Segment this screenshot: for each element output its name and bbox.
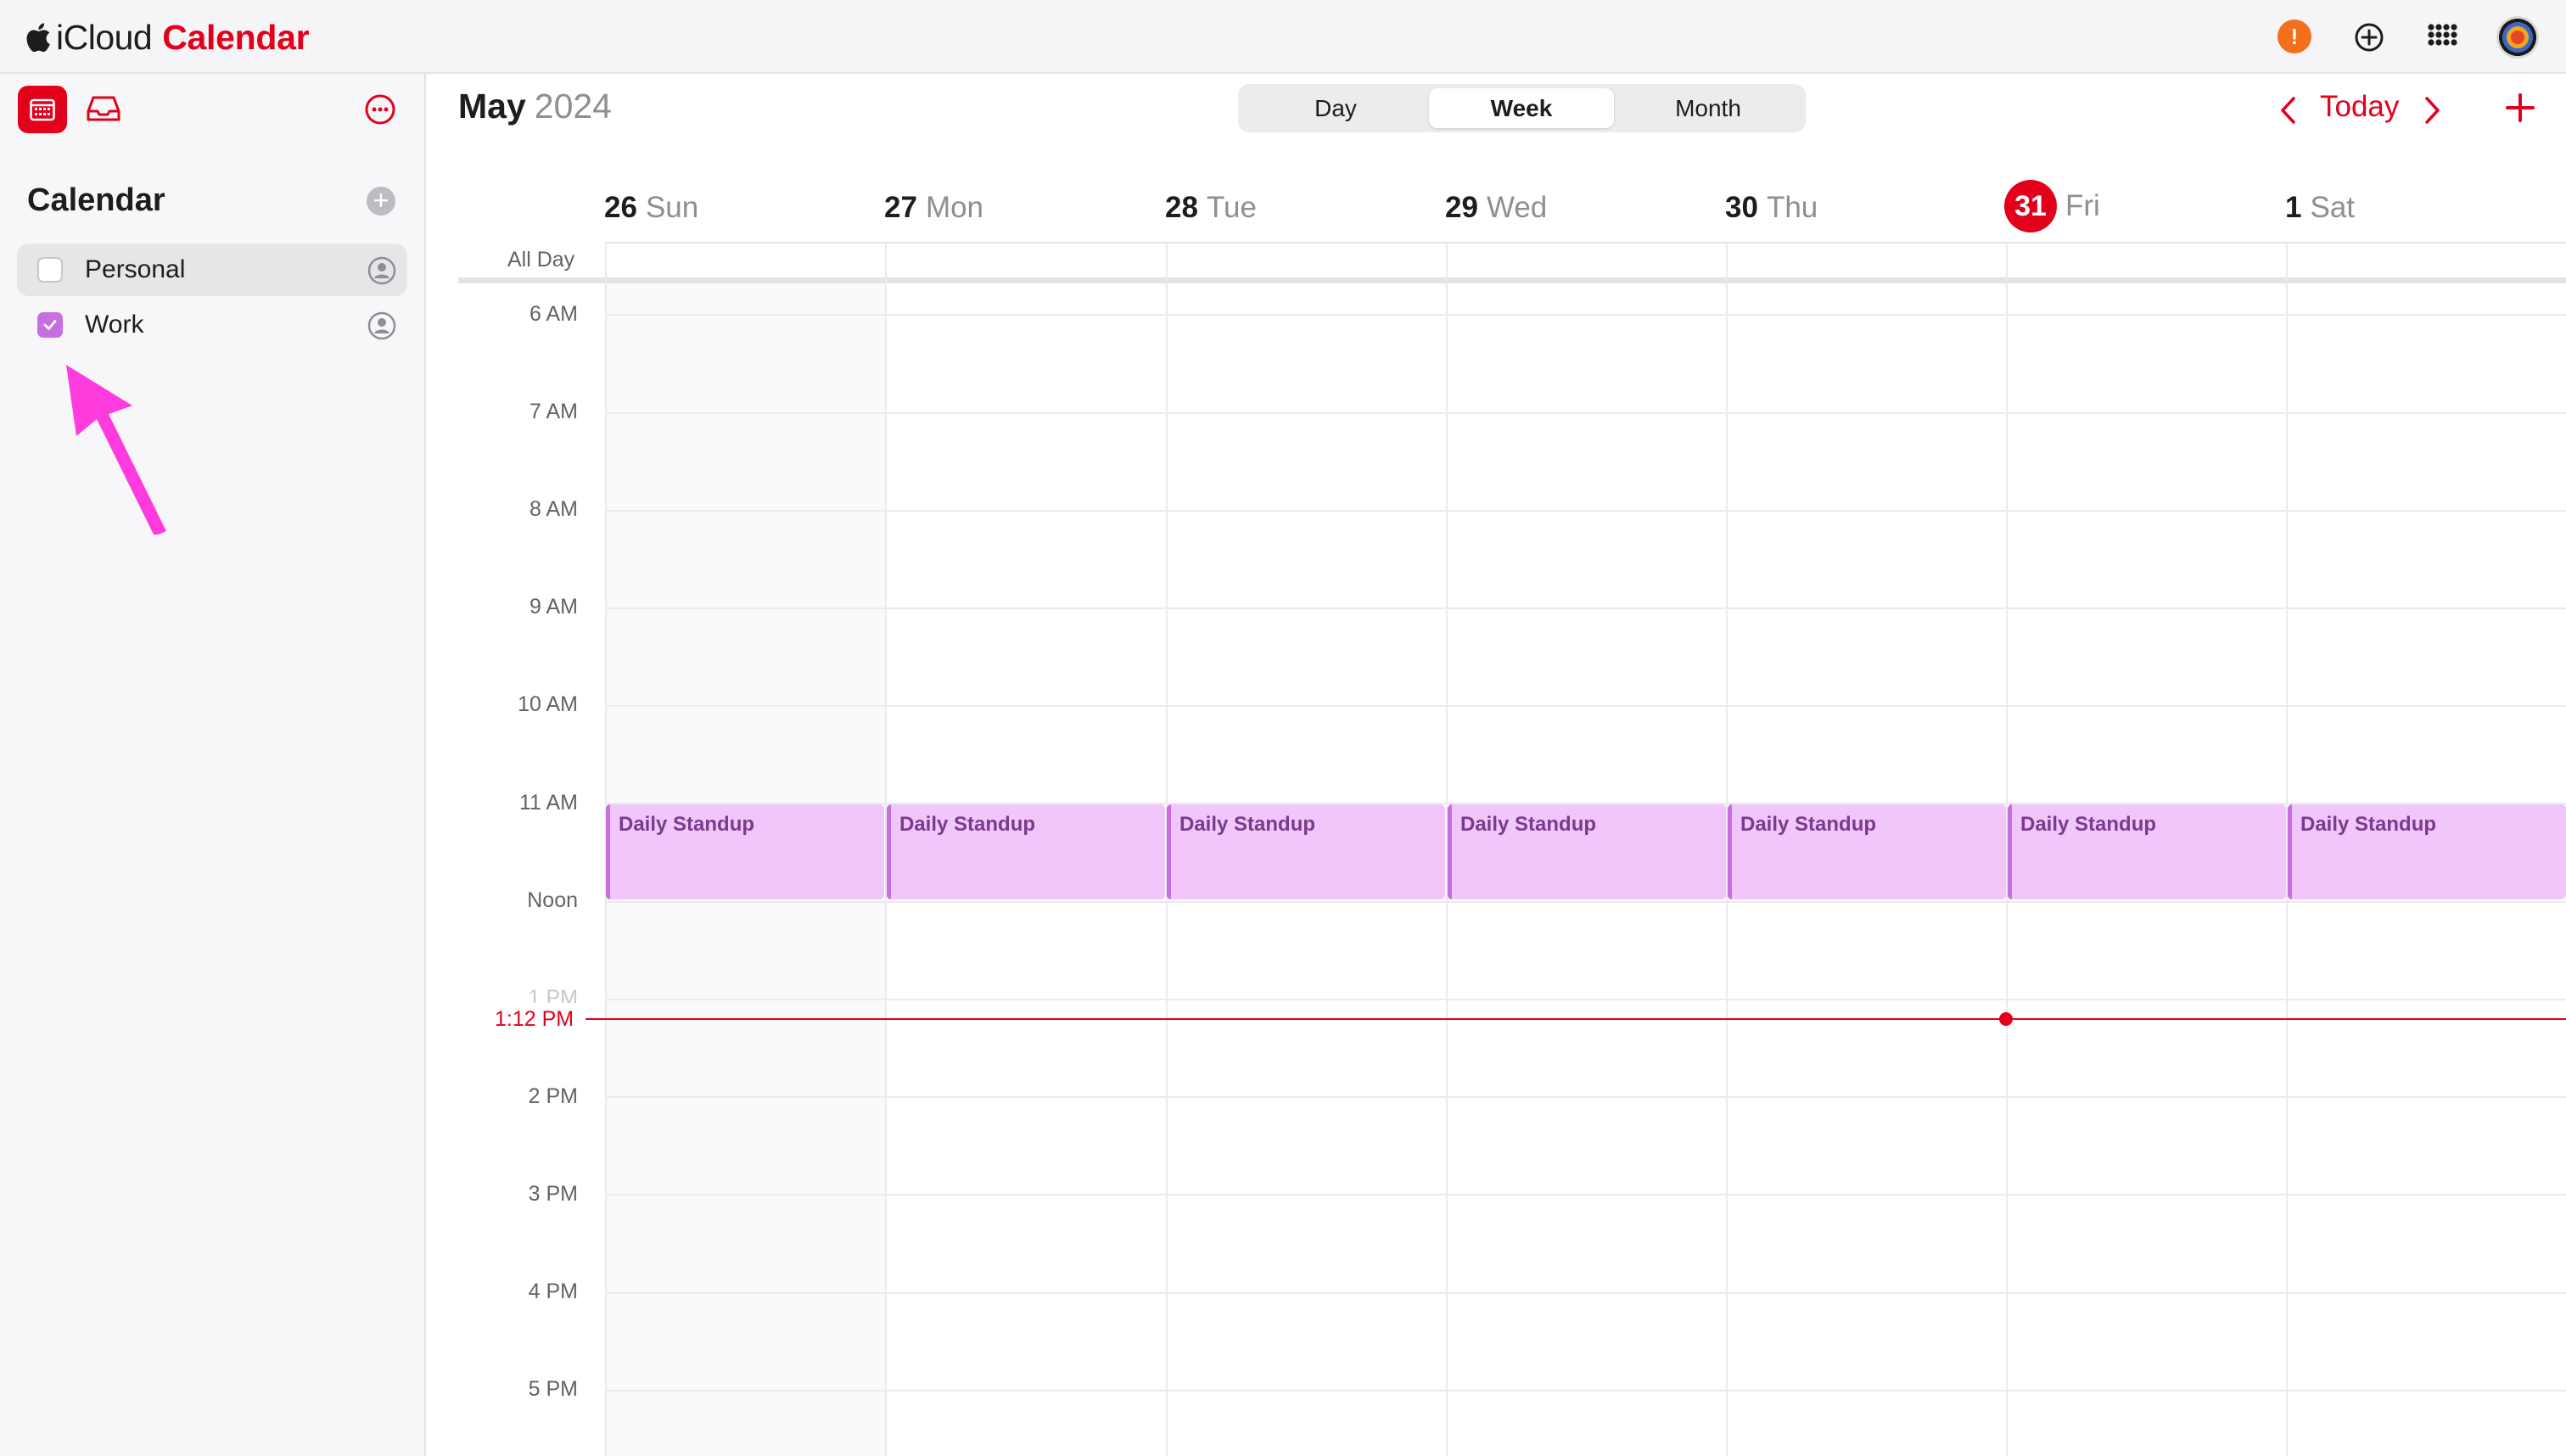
hour-gridline [605,1194,2566,1196]
event-title: Daily Standup [1460,813,1597,836]
hour-gridline [605,901,2566,903]
current-time-dot [1999,1012,2013,1026]
hour-gridline [605,412,2566,414]
hour-label: 10 AM [518,692,578,716]
hour-label: 2 PM [528,1084,578,1108]
hour-label: 8 AM [529,497,578,521]
day-of-week: Mon [925,191,984,224]
day-of-week: Sat [2310,191,2356,224]
personal-checkbox[interactable] [37,257,63,283]
hour-label: Noon [527,888,578,912]
event-daily-standup-wed[interactable]: Daily Standup [1448,804,1726,899]
hour-label: 1 PM [528,986,578,1003]
day-number: 30 [1725,191,1758,224]
calendar-item-personal[interactable]: Personal [17,244,407,296]
month-label: May [458,87,526,126]
add-calendar-button[interactable]: + [367,187,395,216]
view-switcher: Day Week Month [1238,84,1806,132]
hour-label: 5 PM [528,1377,578,1401]
hour-gridline [605,1096,2566,1098]
all-day-divider [458,277,2566,283]
day-of-week: Fri [2065,189,2100,222]
alert-icon[interactable]: ! [2277,20,2311,53]
tab-month[interactable]: Month [1616,88,1801,128]
inbox-icon[interactable] [86,92,121,125]
hour-label: 11 AM [518,791,578,815]
day-of-week: Wed [1486,191,1548,224]
work-checkbox[interactable] [37,312,63,338]
hour-label: 4 PM [528,1280,578,1303]
more-options-icon[interactable] [363,92,397,126]
event-daily-standup-tue[interactable]: Daily Standup [1167,804,1445,899]
event-daily-standup-fri[interactable]: Daily Standup [2008,804,2286,899]
hour-label: 6 AM [529,302,578,326]
day-header-fri[interactable]: 31 Fri [2004,180,2100,232]
plus-circle-icon[interactable] [2350,18,2389,57]
event-title: Daily Standup [2300,813,2437,836]
sidebar: Calendar + Personal Work [0,74,426,1456]
day-number: 29 [1445,191,1478,224]
day-number: 27 [884,191,917,224]
hour-gridline [605,999,2566,1000]
grid-apps-icon[interactable] [2424,20,2463,59]
calendar-name: Work [85,311,144,339]
person-circle-icon[interactable] [367,255,397,286]
hour-gridline [605,314,2566,316]
top-right-icons: ! [0,0,2566,74]
hour-label: 7 AM [529,400,578,423]
sidebar-title: Calendar [27,182,165,218]
tab-week[interactable]: Week [1429,88,1614,128]
hour-gridline [605,1292,2566,1294]
tab-day[interactable]: Day [1243,88,1428,128]
event-daily-standup-mon[interactable]: Daily Standup [887,804,1165,899]
chevron-right-icon[interactable] [2419,93,2445,127]
event-daily-standup-thu[interactable]: Daily Standup [1728,804,2006,899]
event-title: Daily Standup [2020,813,2157,836]
year-label: 2024 [534,87,612,126]
current-time-line [585,1018,2566,1020]
today-button[interactable]: Today [2320,90,2399,124]
day-of-week: Tue [1206,191,1257,224]
day-number: 1 [2285,191,2302,224]
hour-label: 9 AM [529,595,578,619]
hour-gridline [605,705,2566,707]
event-title: Daily Standup [1179,813,1316,836]
day-of-week: Thu [1766,191,1818,224]
calendar-icon [30,98,55,121]
day-number: 28 [1165,191,1198,224]
event-title: Daily Standup [619,813,755,836]
top-bar: iCloud Calendar ! [0,0,2566,74]
hour-label: 3 PM [528,1182,578,1206]
page-title: May 2024 [458,87,612,126]
day-header-sun[interactable]: 26 Sun [604,187,698,229]
day-of-week: Sun [645,191,699,224]
add-event-icon[interactable] [2500,87,2541,128]
annotation-arrow-icon [66,365,166,535]
day-header-tue[interactable]: 28 Tue [1165,187,1257,229]
calendar-item-work[interactable]: Work [17,299,407,351]
calendar-name: Personal [85,255,186,283]
all-day-label: All Day [507,248,575,272]
calendar-view-button[interactable] [18,86,67,133]
day-header-wed[interactable]: 29 Wed [1445,187,1547,229]
event-title: Daily Standup [1740,813,1877,836]
checkmark-icon [43,320,57,330]
person-circle-icon[interactable] [367,311,397,341]
today-day-number: 31 [2004,180,2057,232]
current-time-label: 1:12 PM [495,1007,574,1031]
hour-gridline [605,510,2566,512]
event-daily-standup-sat[interactable]: Daily Standup [2288,804,2566,899]
alert-badge-symbol: ! [2290,23,2299,49]
day-header-sat[interactable]: 1 Sat [2285,187,2355,229]
day-header-mon[interactable]: 27 Mon [884,187,983,229]
day-header-thu[interactable]: 30 Thu [1725,187,1818,229]
day-number: 26 [604,191,637,224]
hour-gridline [605,1390,2566,1392]
all-day-row[interactable] [605,242,2566,283]
event-title: Daily Standup [899,813,1036,836]
avatar[interactable] [2496,16,2539,59]
hour-gridline [605,608,2566,609]
chevron-left-icon[interactable] [2276,93,2301,127]
event-daily-standup-sun[interactable]: Daily Standup [606,804,884,899]
